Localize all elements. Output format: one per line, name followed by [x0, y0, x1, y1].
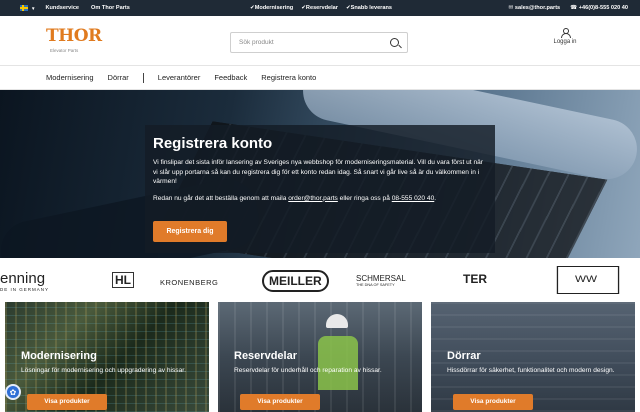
hero-banner: Registrera konto Vi finslipar det sista … — [0, 90, 640, 258]
nav-item-modernisering[interactable]: Modernisering — [46, 73, 94, 82]
hero-text-suffix: . — [434, 195, 436, 202]
usp-item: Snabb leverans — [346, 5, 392, 11]
email-link[interactable]: ✉ sales@thor.parts — [509, 5, 561, 11]
contact-info: ✉ sales@thor.parts ☎ +46(0)8-555 020 40 — [509, 5, 628, 11]
category-cards: Modernisering Lösningar för moderniserin… — [0, 302, 640, 404]
login-label: Logga in — [550, 39, 580, 45]
nav-item-registrera[interactable]: Registrera konto — [261, 73, 316, 82]
brand-logo-ter[interactable]: TER — [463, 272, 487, 286]
logo-text: THOR — [46, 26, 90, 46]
card-dorrar[interactable]: Dörrar Hissdörrar för säkerhet, funktion… — [431, 302, 635, 412]
nav-item-dorrar[interactable]: Dörrar — [108, 73, 129, 82]
card-title: Modernisering — [21, 350, 97, 362]
phone-text: +46(0)8-555 020 40 — [579, 5, 628, 11]
register-button[interactable]: Registrera dig — [153, 221, 227, 242]
phone-link[interactable]: 08-555 020 40 — [392, 195, 435, 202]
usp-item: Modernisering — [250, 5, 293, 11]
swedish-flag-icon[interactable] — [20, 5, 28, 11]
search-placeholder: Sök produkt — [239, 39, 274, 46]
card-description: Lösningar för modernisering och uppgrade… — [21, 366, 201, 375]
brand-logo-enning[interactable]: enning DE IN GERMANY — [0, 270, 49, 292]
phone-link[interactable]: ☎ +46(0)8-555 020 40 — [570, 5, 628, 11]
hero-text-middle: eller ringa oss på — [338, 195, 392, 202]
hero-text-prefix: Redan nu går det att beställa genom att … — [153, 195, 288, 202]
card-description: Reservdelar för underhåll och reparation… — [234, 366, 414, 375]
search-icon[interactable] — [390, 38, 399, 47]
search-input[interactable]: Sök produkt — [230, 32, 408, 53]
brand-logo-ww[interactable]: WW — [557, 266, 619, 294]
card-title: Dörrar — [447, 350, 481, 362]
brand-logo-schmersal[interactable]: SCHMERSAL THE DNA OF SAFETY — [356, 274, 406, 287]
card-description: Hissdörrar för säkerhet, funktionalitet … — [447, 366, 627, 375]
nav-item-leverantorer[interactable]: Leverantörer — [158, 73, 201, 82]
top-bar: ▼ Kundservice Om Thor Parts Moderniserin… — [0, 0, 640, 16]
hero-title: Registrera konto — [153, 135, 487, 152]
card-reservdelar[interactable]: Reservdelar Reservdelar för underhåll oc… — [218, 302, 422, 412]
main-nav: Modernisering Dörrar Leverantörer Feedba… — [0, 66, 640, 90]
card-modernisering[interactable]: Modernisering Lösningar för moderniserin… — [5, 302, 209, 412]
brand-logo-hl[interactable]: HL — [112, 272, 134, 288]
view-products-button[interactable]: Visa produkter — [27, 394, 107, 410]
chevron-down-icon[interactable]: ▼ — [31, 6, 35, 11]
brand-logo-meiller[interactable]: MEILLER — [262, 270, 329, 292]
brand-sub: THE DNA OF SAFETY — [356, 283, 406, 287]
worker-image — [318, 310, 358, 390]
brand-sub: DE IN GERMANY — [0, 287, 49, 292]
logo[interactable]: THOR Elevator Parts — [46, 26, 90, 56]
logo-subtitle: Elevator Parts — [50, 48, 78, 53]
view-products-button[interactable]: Visa produkter — [453, 394, 533, 410]
brand-strip: enning DE IN GERMANY HL KRONENBERG MEILL… — [0, 258, 640, 306]
brand-name: enning — [0, 270, 45, 287]
card-title: Reservdelar — [234, 350, 297, 362]
usp-list: Modernisering Reservdelar Snabb leverans — [250, 5, 392, 11]
brand-logo-kronenberg[interactable]: KRONENBERG — [160, 278, 218, 287]
hero-contact-text: Redan nu går det att beställa genom att … — [153, 195, 487, 202]
cookie-settings-icon[interactable]: ✿ — [5, 384, 21, 400]
brand-name: WW — [575, 274, 597, 284]
vest-shape — [318, 336, 358, 390]
brand-name: SCHMERSAL — [356, 274, 406, 283]
helmet-shape — [326, 314, 348, 328]
hero-text: Vi finslipar det sista inför lansering a… — [153, 158, 487, 187]
hero-card: Registrera konto Vi finslipar det sista … — [145, 125, 495, 253]
about-link[interactable]: Om Thor Parts — [91, 5, 130, 11]
email-text: sales@thor.parts — [515, 5, 560, 11]
nav-divider — [143, 73, 144, 83]
order-email-link[interactable]: order@thor.parts — [288, 195, 338, 202]
user-icon — [561, 28, 570, 37]
login-button[interactable]: Logga in — [550, 28, 580, 45]
usp-item: Reservdelar — [301, 5, 338, 11]
customer-service-link[interactable]: Kundservice — [45, 5, 79, 11]
view-products-button[interactable]: Visa produkter — [240, 394, 320, 410]
nav-item-feedback[interactable]: Feedback — [214, 73, 247, 82]
site-header: THOR Elevator Parts Sök produkt Logga in — [0, 16, 640, 66]
